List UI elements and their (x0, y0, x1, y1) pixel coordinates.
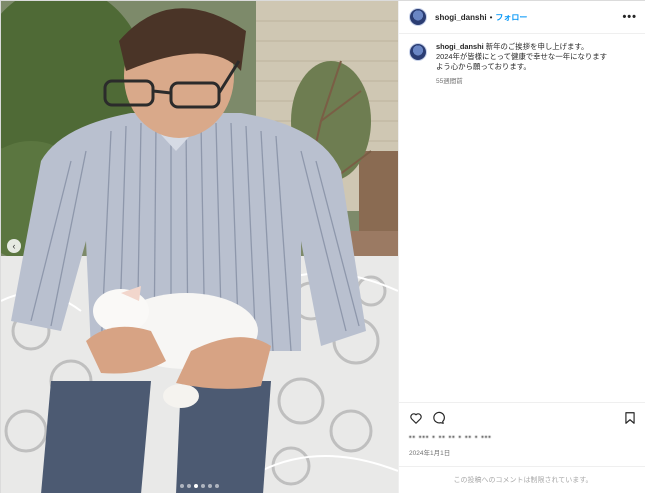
caption-line-1: 新年のご挨拶を申し上げます。 (485, 42, 589, 51)
carousel-indicator (1, 484, 398, 488)
carousel-dot-active (194, 484, 198, 488)
post-sidebar: shogi_danshi • フォロー ••• shogi_danshi 新年の… (398, 1, 645, 493)
carousel-dot (215, 484, 219, 488)
action-bar (399, 402, 645, 432)
comment-icon[interactable] (431, 411, 445, 425)
avatar[interactable] (409, 8, 427, 26)
bookmark-icon[interactable] (623, 411, 637, 425)
carousel-prev-button[interactable]: ‹ (7, 239, 21, 253)
post-time-ago[interactable]: 55週間前 (436, 77, 607, 87)
instagram-post-embed: ‹ shogi_danshi • フォロー ••• shogi_danshi 新… (0, 0, 645, 493)
caption-username[interactable]: shogi_danshi (436, 42, 484, 51)
heart-icon[interactable] (409, 411, 423, 425)
carousel-dot (180, 484, 184, 488)
carousel-dot (187, 484, 191, 488)
header-username[interactable]: shogi_danshi (435, 13, 487, 22)
more-options-icon[interactable]: ••• (622, 11, 637, 23)
carousel-dot (201, 484, 205, 488)
comments-restricted-notice: この投稿へのコメントは制限されています。 (399, 466, 645, 493)
post-caption: shogi_danshi 新年のご挨拶を申し上げます。 2024年が皆様にとって… (409, 42, 641, 87)
likes-count-blurred[interactable]: ▪▪ ▪▪▪ ▪ ▪▪ ▪▪ ▪ ▪▪ ▪ ▪▪▪ (409, 434, 492, 441)
post-date[interactable]: 2024年1月1日 (409, 447, 450, 457)
caption-line-3: よう心から願っております。 (436, 62, 531, 71)
photo-illustration (1, 1, 398, 493)
post-header: shogi_danshi • フォロー ••• (399, 1, 645, 34)
post-photo[interactable]: ‹ (1, 1, 398, 493)
header-separator: • (489, 12, 493, 22)
chevron-left-icon: ‹ (12, 241, 16, 251)
caption-line-2: 2024年が皆様にとって健康で幸せな一年になります (436, 52, 608, 61)
follow-button[interactable]: フォロー (495, 12, 527, 23)
carousel-dot (208, 484, 212, 488)
caption-avatar[interactable] (409, 43, 427, 61)
